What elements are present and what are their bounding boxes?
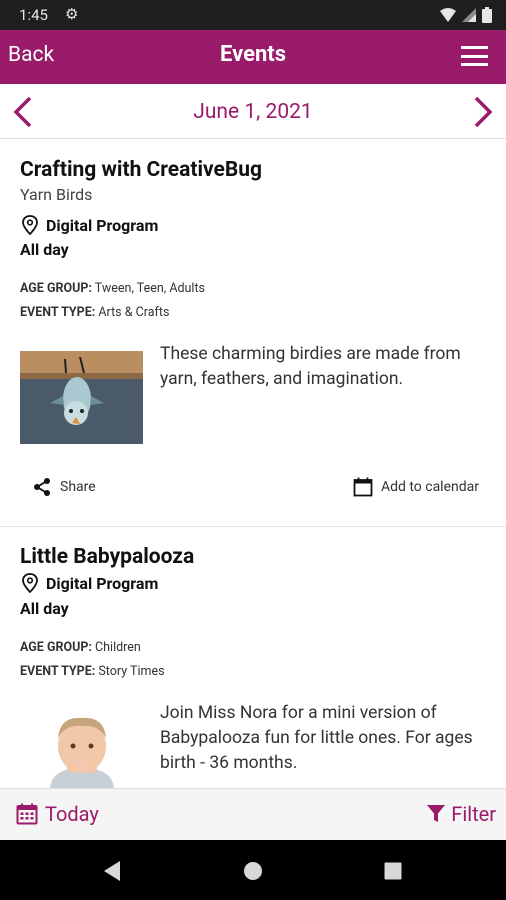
today-button[interactable]: Today [16,802,99,826]
event-description: These charming birdies are made from yar… [160,344,461,389]
current-date[interactable]: June 1, 2021 [0,100,506,124]
event-location: Digital Program [20,573,158,593]
filter-label: Filter [451,802,496,826]
filter-button[interactable]: Filter [427,802,496,826]
nav-back-icon[interactable] [102,860,122,882]
event-location: Digital Program [20,215,158,235]
event-location-label: Digital Program [46,573,159,593]
age-group-value: Tween, Teen, Adults [94,281,206,296]
bottom-toolbar: Today Filter [0,788,506,841]
event-type: EVENT TYPE: Arts & Crafts [20,305,169,320]
system-nav-bar [0,840,506,900]
event-type-value: Story Times [98,664,165,679]
signal-icon [462,8,476,22]
event-title[interactable]: Little Babypalooza [20,545,194,569]
event-subtitle: Yarn Birds [20,185,93,204]
event-list[interactable]: Crafting with CreativeBug Yarn Birds Dig… [0,139,506,788]
status-bar: 1:45 ⚙ [0,0,506,30]
hamburger-menu-icon[interactable] [461,46,488,66]
event-type: EVENT TYPE: Story Times [20,664,165,679]
page-title: Events [219,42,287,67]
event-type-label: EVENT TYPE: [20,664,96,679]
event-card[interactable]: Crafting with CreativeBug Yarn Birds Dig… [0,139,506,526]
event-age-group: AGE GROUP: Children [20,640,141,655]
event-card[interactable]: Little Babypalooza Digital Program All d… [0,527,506,788]
event-type-value: Arts & Crafts [98,305,170,320]
settings-gear-icon: ⚙ [65,5,79,23]
status-icons [440,7,492,23]
date-navigator: June 1, 2021 [0,84,506,139]
wifi-icon [440,8,456,22]
location-pin-icon [22,573,38,593]
event-time: All day [20,599,69,618]
share-label: Share [60,479,96,495]
event-thumbnail-baby[interactable] [20,710,143,788]
age-group-label: AGE GROUP: [20,640,92,655]
event-type-label: EVENT TYPE: [20,305,96,320]
event-actions: Share Add to calendar [0,467,506,507]
event-description: Join Miss Nora for a mini version of Bab… [160,703,473,773]
event-age-group: AGE GROUP: Tween, Teen, Adults [20,281,205,296]
nav-home-icon[interactable] [243,860,263,882]
event-title[interactable]: Crafting with CreativeBug [20,158,262,182]
share-button[interactable]: Share [32,477,96,497]
share-icon [34,478,50,496]
event-thumbnail-yarn-bird[interactable] [20,351,143,444]
status-time: 1:45 [19,6,48,24]
next-day-chevron-icon[interactable] [470,95,496,129]
add-to-calendar-button[interactable]: Add to calendar [353,477,479,497]
filter-funnel-icon [427,805,446,822]
nav-recents-icon[interactable] [383,860,403,882]
calendar-icon [353,477,373,497]
age-group-value: Children [95,640,141,655]
location-pin-icon [22,215,38,235]
event-location-label: Digital Program [46,215,159,235]
today-label: Today [45,802,99,826]
add-to-calendar-label: Add to calendar [380,479,479,495]
age-group-label: AGE GROUP: [20,281,92,296]
app-bar: Back Events [0,30,506,84]
event-time: All day [20,240,69,259]
battery-icon [482,7,492,23]
calendar-icon [16,803,38,825]
